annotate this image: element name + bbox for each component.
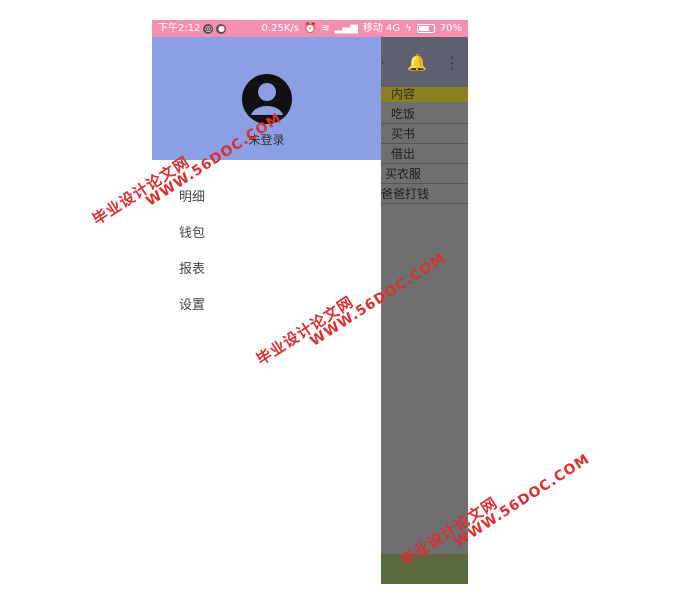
signal-icon: ▂▄▆ bbox=[334, 23, 358, 34]
list-item: 吃饭 bbox=[381, 104, 468, 124]
alarm-icon: ⏰ bbox=[303, 23, 317, 34]
overflow-menu-icon: ⋮ bbox=[444, 53, 460, 72]
add-alarm-icon: 🔔 bbox=[407, 53, 427, 72]
watermark-en: WWW.56DOC.COM bbox=[451, 451, 593, 551]
network-speed: 0.25K/s bbox=[261, 23, 299, 34]
penguin-icon: ● bbox=[216, 23, 227, 34]
status-bar: 下午2:12 ◎ ● 0.25K/s ⏰ ≋ ▂▄▆ 移动 4G ϟ 70% bbox=[152, 20, 468, 37]
phone-screen: 下午2:12 ◎ ● 0.25K/s ⏰ ≋ ▂▄▆ 移动 4G ϟ 70% ·… bbox=[152, 20, 468, 584]
list-item: 爸爸打钱 bbox=[381, 184, 468, 204]
menu-item-reports[interactable]: 报表 bbox=[152, 252, 381, 288]
list-item: 买书 bbox=[381, 124, 468, 144]
battery-icon bbox=[416, 24, 435, 33]
list-item: 借出 bbox=[381, 144, 468, 164]
list-item: 买衣服 bbox=[381, 164, 468, 184]
notification-icon: ◎ bbox=[203, 23, 214, 34]
charging-icon: ϟ bbox=[405, 23, 412, 34]
status-time: 下午2:12 bbox=[158, 23, 201, 34]
wifi-icon: ≋ bbox=[321, 23, 330, 34]
battery-percent: 70% bbox=[439, 23, 462, 34]
list-header: 内容 bbox=[381, 87, 468, 102]
carrier-label: 移动 4G bbox=[362, 23, 401, 34]
menu-item-wallet[interactable]: 钱包 bbox=[152, 216, 381, 252]
